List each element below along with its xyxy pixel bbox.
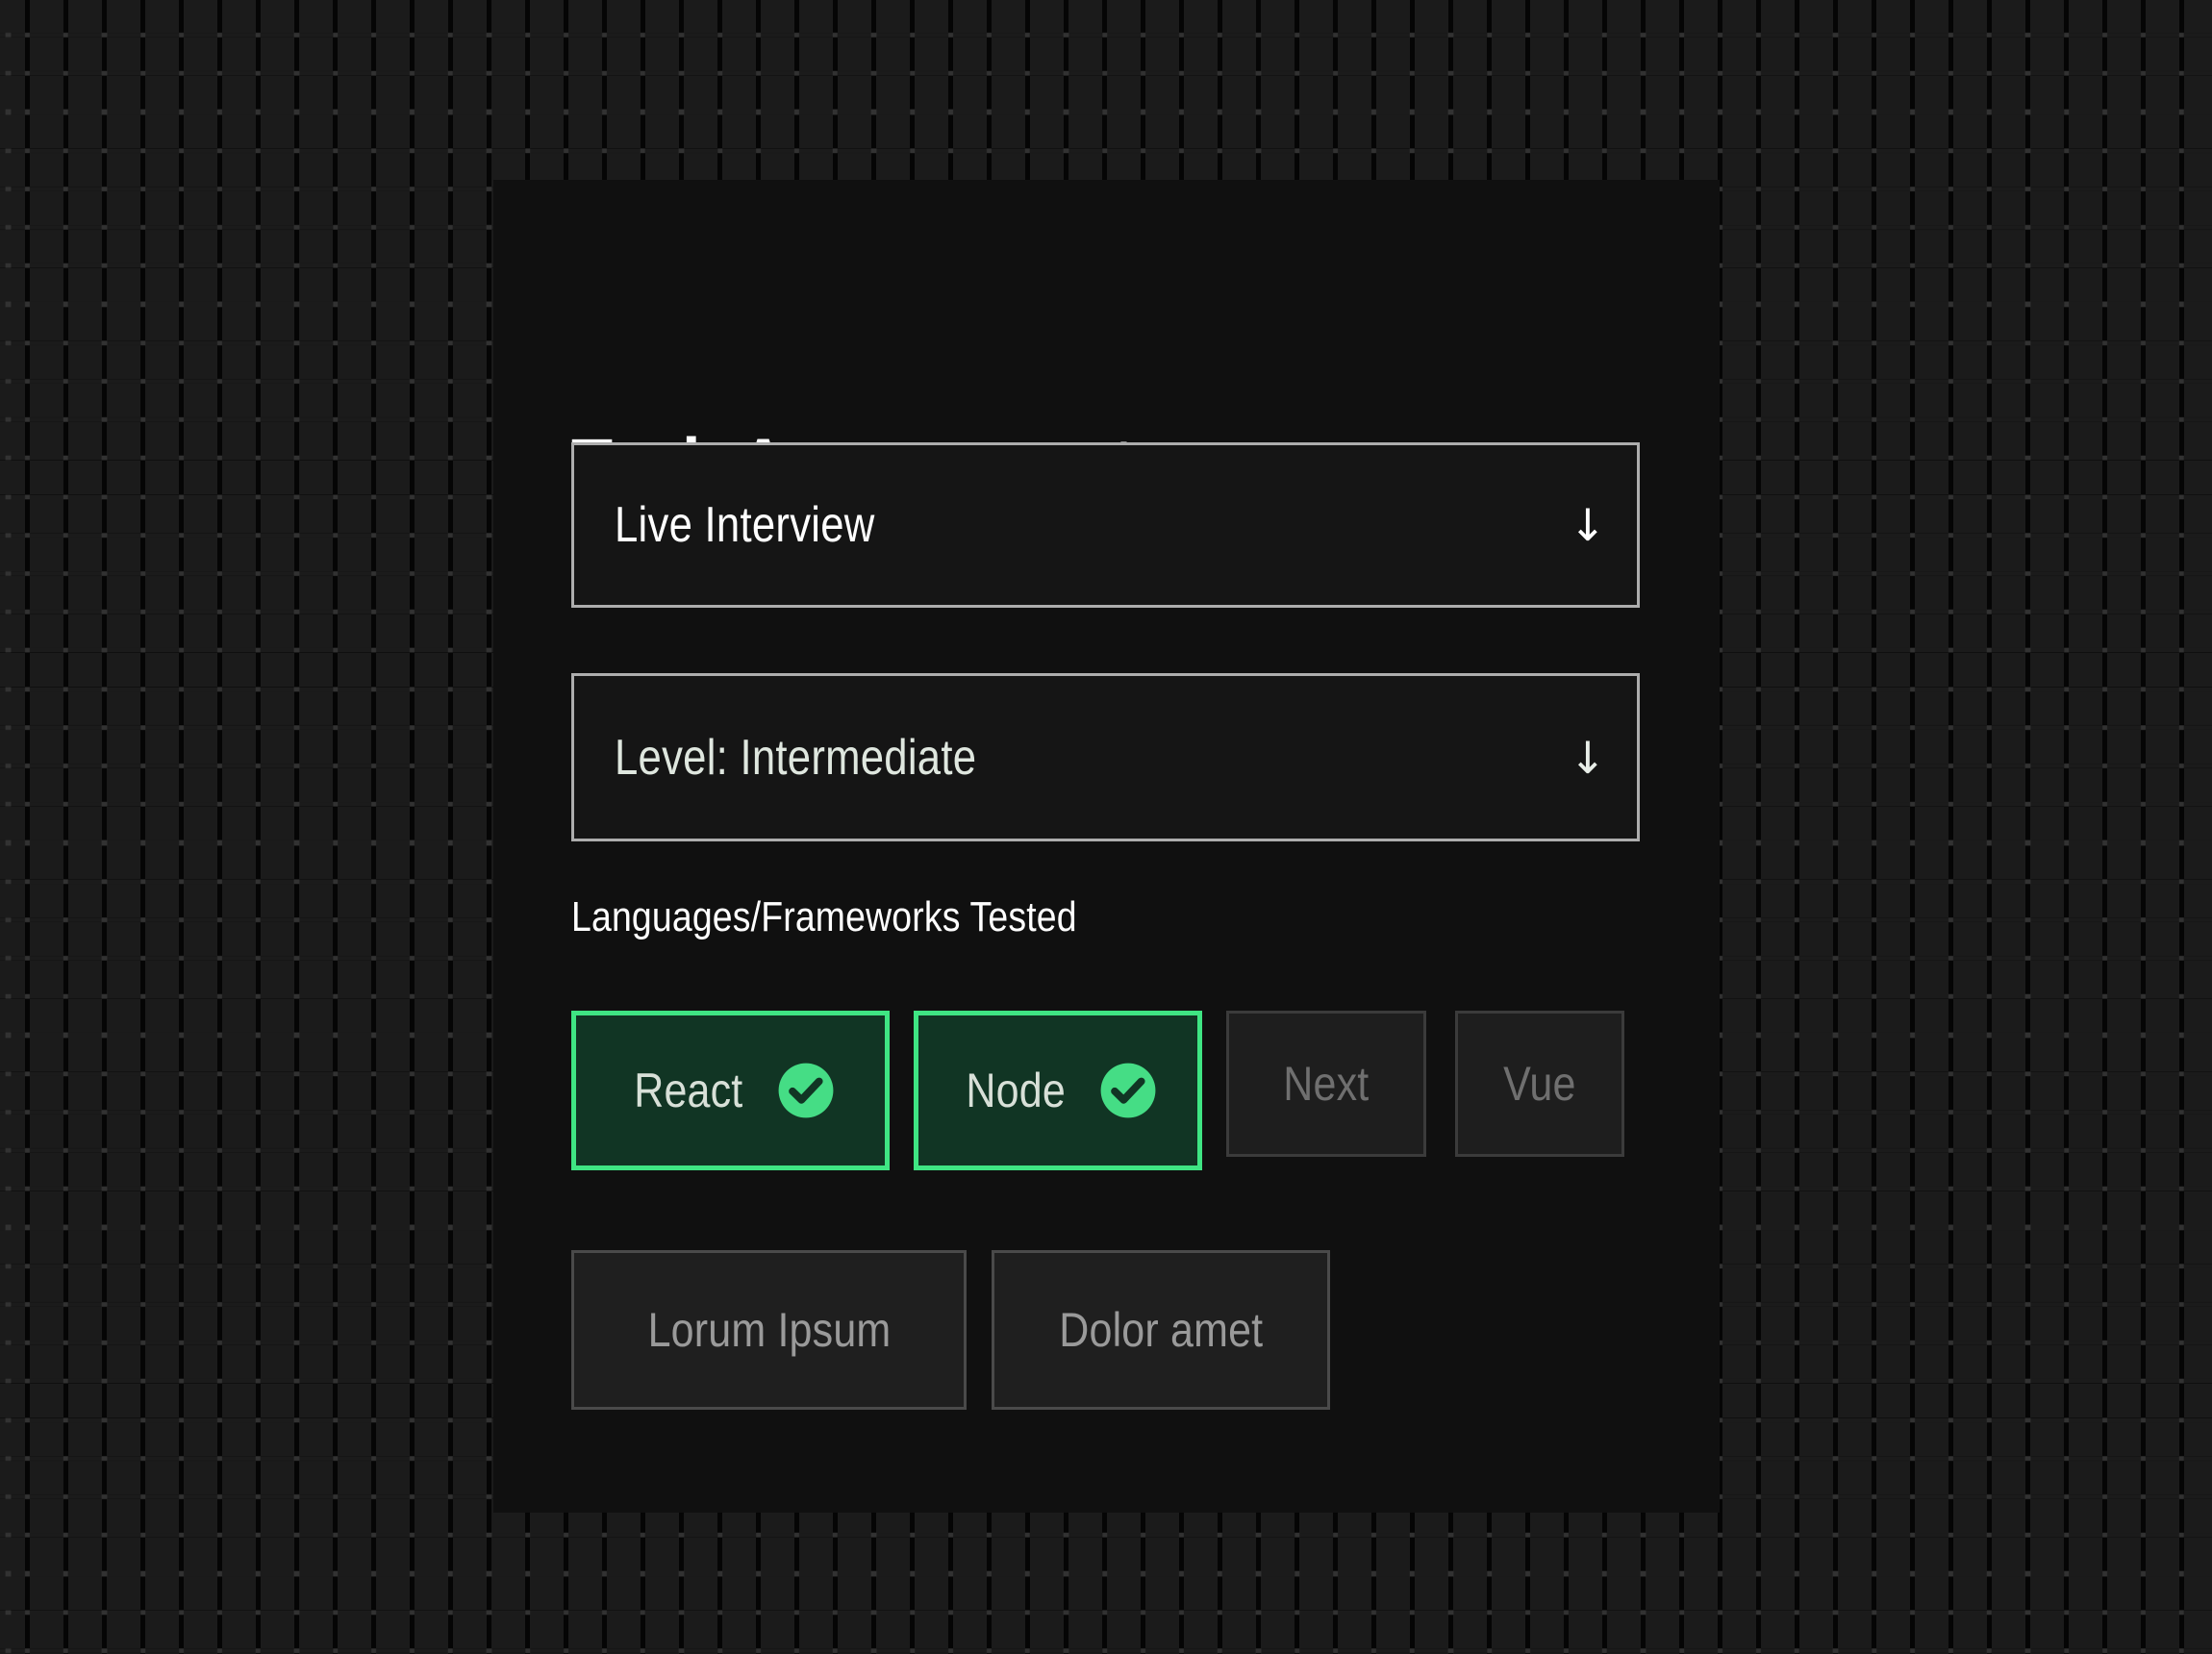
- arrow-down-icon: ↓: [1569, 499, 1606, 551]
- skill-chip-row-2: Lorum Ipsum Dolor amet: [571, 1250, 1355, 1410]
- skill-chip-label: Dolor amet: [1058, 1303, 1264, 1357]
- interview-type-value: Live Interview: [615, 497, 875, 553]
- skill-chip-label: Next: [1283, 1057, 1370, 1111]
- interview-type-select[interactable]: Live Interview ↓: [571, 442, 1640, 608]
- skill-chip-label: React: [633, 1064, 743, 1117]
- skill-chip-label: Lorum Ipsum: [647, 1303, 891, 1357]
- check-circle-icon: [1100, 1063, 1156, 1118]
- skill-chip-label: Vue: [1503, 1057, 1576, 1111]
- skill-chip-vue[interactable]: Vue: [1455, 1011, 1624, 1157]
- skill-chip-node[interactable]: Node: [914, 1011, 1202, 1170]
- skill-chip-next[interactable]: Next: [1226, 1011, 1426, 1157]
- level-value: Level: Intermediate: [615, 729, 977, 786]
- card-content: Tech Assessment Live Interview ↓ Level: …: [571, 180, 1646, 1513]
- skills-section-label: Languages/Frameworks Tested: [571, 893, 1077, 940]
- skill-chip-lorum-ipsum[interactable]: Lorum Ipsum: [571, 1250, 967, 1410]
- level-select[interactable]: Level: Intermediate ↓: [571, 673, 1640, 841]
- arrow-down-icon: ↓: [1569, 731, 1606, 784]
- check-circle-icon: [778, 1063, 834, 1118]
- skill-chip-row-1: React Node Next Vue: [571, 1011, 1653, 1170]
- skill-chip-label: Node: [966, 1064, 1066, 1117]
- tech-assessment-card: Tech Assessment Live Interview ↓ Level: …: [493, 180, 1720, 1513]
- skill-chip-dolor-amet[interactable]: Dolor amet: [992, 1250, 1330, 1410]
- skill-chip-react[interactable]: React: [571, 1011, 890, 1170]
